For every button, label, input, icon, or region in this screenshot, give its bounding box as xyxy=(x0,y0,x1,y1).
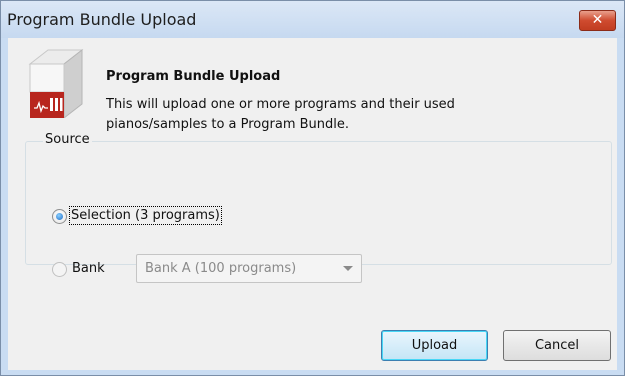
close-icon: ✕ xyxy=(591,12,604,28)
bank-radio-label[interactable]: Bank xyxy=(72,261,105,276)
source-legend: Source xyxy=(43,132,92,147)
upload-button[interactable]: Upload xyxy=(381,330,488,361)
selection-radio-label[interactable]: Selection (3 programs) xyxy=(69,206,222,225)
bank-select-value: Bank A (100 programs) xyxy=(145,261,297,276)
source-group xyxy=(25,141,612,265)
bank-select[interactable]: Bank A (100 programs) xyxy=(136,254,362,283)
chevron-down-icon xyxy=(343,266,353,271)
bank-radio[interactable] xyxy=(52,262,67,277)
piano-samples-box-icon xyxy=(28,48,84,118)
close-button[interactable]: ✕ xyxy=(579,10,616,31)
dialog-window: Program Bundle Upload ✕ Program Bundle U… xyxy=(0,0,625,376)
window-title: Program Bundle Upload xyxy=(7,10,197,29)
title-bar[interactable]: Program Bundle Upload ✕ xyxy=(1,1,624,38)
header-title: Program Bundle Upload xyxy=(106,69,281,84)
cancel-button[interactable]: Cancel xyxy=(503,330,611,361)
header-description: This will upload one or more programs an… xyxy=(106,97,455,132)
selection-radio[interactable] xyxy=(52,209,67,224)
